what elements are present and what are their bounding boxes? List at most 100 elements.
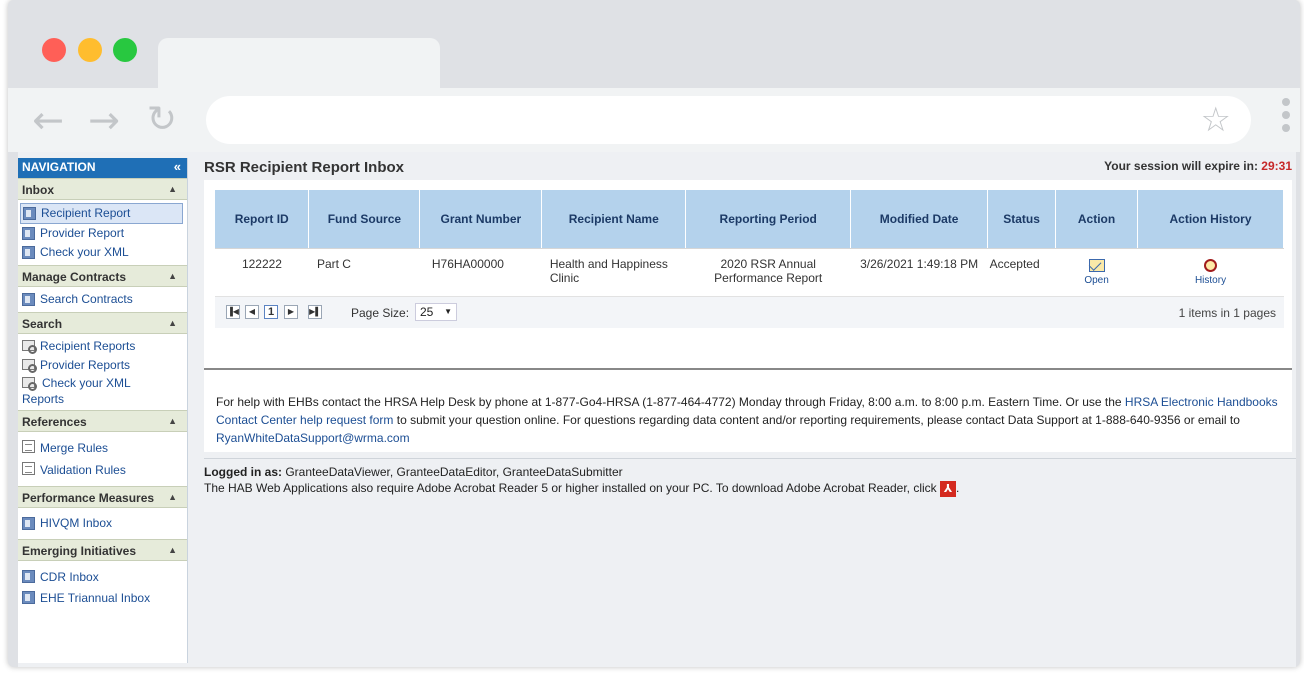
cell-reporting-period: 2020 RSR Annual Performance Report: [685, 248, 851, 297]
sidebar-item-label: Provider Reports: [40, 358, 131, 372]
report-icon: [22, 517, 35, 530]
section-performance-measures-body: HIVQM Inbox: [18, 508, 187, 539]
forward-arrow-icon[interactable]: →: [84, 100, 124, 140]
sidebar-item-provider-reports[interactable]: Provider Reports: [22, 356, 183, 375]
section-references[interactable]: References ▲: [18, 410, 187, 432]
sidebar-item-validation-rules[interactable]: Validation Rules: [22, 459, 183, 481]
alarm-clock-icon[interactable]: [1204, 258, 1218, 272]
table-header-row: Report ID Fund Source Grant Number Recip…: [215, 190, 1284, 249]
current-page-button[interactable]: 1: [264, 305, 278, 319]
column-header[interactable]: Recipient Name: [541, 190, 687, 249]
sidebar-item-search-contracts[interactable]: Search Contracts: [22, 290, 183, 309]
caret-up-icon: ▲: [168, 492, 177, 502]
adobe-pdf-icon[interactable]: ⅄: [940, 481, 957, 497]
logged-in-label: Logged in as:: [204, 465, 282, 479]
sidebar-item-provider-report[interactable]: Provider Report: [22, 224, 183, 243]
report-icon: [22, 591, 35, 604]
cell-status: Accepted: [987, 248, 1056, 297]
search-report-icon: [22, 377, 37, 391]
address-bar[interactable]: ☆: [206, 96, 1251, 144]
last-page-icon[interactable]: ▶▌: [308, 305, 322, 319]
sidebar-item-label: HIVQM Inbox: [40, 516, 113, 530]
navigation-title: NAVIGATION: [22, 160, 96, 174]
sidebar-item-label: Check your XML: [40, 245, 129, 259]
open-link[interactable]: Open: [1056, 275, 1138, 286]
collapse-icon[interactable]: «: [174, 159, 181, 174]
section-emerging-initiatives[interactable]: Emerging Initiatives ▲: [18, 539, 187, 561]
prev-page-icon[interactable]: ◀: [245, 305, 259, 319]
help-text: For help with EHBs contact the HRSA Help…: [216, 393, 1288, 447]
section-search-body: Recipient Reports Provider Reports Check…: [18, 334, 187, 410]
column-header[interactable]: Fund Source: [308, 190, 421, 249]
column-header[interactable]: Grant Number: [419, 190, 543, 249]
page-size-select[interactable]: 25 ▼: [415, 303, 457, 321]
column-header[interactable]: Modified Date: [850, 190, 989, 249]
search-report-icon: [22, 340, 37, 354]
section-references-body: Merge Rules Validation Rules: [18, 432, 187, 486]
sidebar-item-label: Merge Rules: [40, 441, 109, 455]
cell-recipient-name: Health and Happiness Clinic: [541, 248, 686, 297]
reload-icon[interactable]: ↻: [142, 100, 182, 140]
tab-bar: [8, 0, 1300, 88]
column-header[interactable]: Report ID: [215, 190, 310, 249]
caret-up-icon: ▲: [168, 545, 177, 555]
page-size-value: 25: [420, 305, 434, 319]
section-title: References: [22, 415, 87, 429]
help-text-part2: to submit your question online. For ques…: [393, 413, 1240, 427]
sidebar-item-ehe-triannual-inbox[interactable]: EHE Triannual Inbox: [22, 588, 183, 609]
sidebar-item-recipient-report[interactable]: Recipient Report: [20, 203, 183, 224]
sidebar-item-recipient-reports[interactable]: Recipient Reports: [22, 337, 183, 356]
section-performance-measures[interactable]: Performance Measures ▲: [18, 486, 187, 508]
section-search[interactable]: Search ▲: [18, 312, 187, 334]
column-header[interactable]: Reporting Period: [685, 190, 852, 249]
first-page-icon[interactable]: ▐◀: [226, 305, 240, 319]
bookmark-star-icon[interactable]: ☆: [1201, 100, 1231, 140]
search-report-icon: [22, 359, 37, 373]
support-email-link[interactable]: RyanWhiteDataSupport@wrma.com: [216, 431, 410, 445]
sidebar-item-check-xml[interactable]: Check your XML: [22, 243, 183, 262]
logged-in-line: Logged in as: GranteeDataViewer, Grantee…: [204, 465, 623, 479]
report-table: Report ID Fund Source Grant Number Recip…: [215, 190, 1284, 297]
section-title: Performance Measures: [22, 491, 155, 505]
sidebar-item-label: EHE Triannual Inbox: [40, 591, 151, 605]
help-text-part1: For help with EHBs contact the HRSA Help…: [216, 395, 1125, 409]
browser-menu-icon[interactable]: [1282, 98, 1292, 137]
sidebar-item-label: Recipient Report: [41, 206, 131, 220]
caret-up-icon: ▲: [168, 318, 177, 328]
browser-tab[interactable]: [158, 38, 440, 88]
caret-up-icon: ▲: [168, 416, 177, 426]
acrobat-text: The HAB Web Applications also require Ad…: [204, 481, 937, 496]
column-header[interactable]: Status: [987, 190, 1057, 249]
navigation-sidebar: NAVIGATION « Inbox ▲ Recipient Report Pr…: [18, 158, 188, 663]
report-icon: [22, 570, 35, 583]
rules-document-icon: [22, 462, 35, 475]
section-inbox[interactable]: Inbox ▲: [18, 178, 187, 200]
cell-grant-number: H76HA00000: [419, 248, 542, 297]
sidebar-item-check-xml-reports[interactable]: Check your XML Reports: [22, 375, 183, 407]
session-timer: Your session will expire in: 29:31: [1104, 159, 1292, 173]
dropdown-arrow-icon: ▼: [444, 307, 452, 316]
open-envelope-icon[interactable]: [1088, 258, 1105, 272]
rules-document-icon: [22, 440, 35, 453]
section-title: Inbox: [22, 183, 54, 197]
page-content: NAVIGATION « Inbox ▲ Recipient Report Pr…: [18, 152, 1296, 667]
section-manage-contracts[interactable]: Manage Contracts ▲: [18, 265, 187, 287]
sidebar-item-cdr-inbox[interactable]: CDR Inbox: [22, 567, 183, 588]
next-page-icon[interactable]: ▶: [284, 305, 298, 319]
minimize-window-button[interactable]: [78, 38, 102, 62]
caret-up-icon: ▲: [168, 271, 177, 281]
page-size-label: Page Size:: [351, 306, 410, 320]
maximize-window-button[interactable]: [113, 38, 137, 62]
section-emerging-initiatives-body: CDR Inbox EHE Triannual Inbox: [18, 561, 187, 612]
history-link[interactable]: History: [1138, 275, 1284, 286]
close-window-button[interactable]: [42, 38, 66, 62]
sidebar-item-label: Provider Report: [40, 226, 125, 240]
cell-fund-source: Part C: [308, 248, 420, 297]
report-icon: [23, 207, 36, 220]
sidebar-item-hivqm-inbox[interactable]: HIVQM Inbox: [22, 514, 183, 533]
report-icon: [22, 293, 35, 306]
back-arrow-icon[interactable]: ←: [28, 100, 68, 140]
page-footer: Logged in as: GranteeDataViewer, Grantee…: [204, 458, 1296, 667]
browser-toolbar: ← → ↻ ☆: [8, 88, 1300, 152]
sidebar-item-merge-rules[interactable]: Merge Rules: [22, 437, 183, 459]
